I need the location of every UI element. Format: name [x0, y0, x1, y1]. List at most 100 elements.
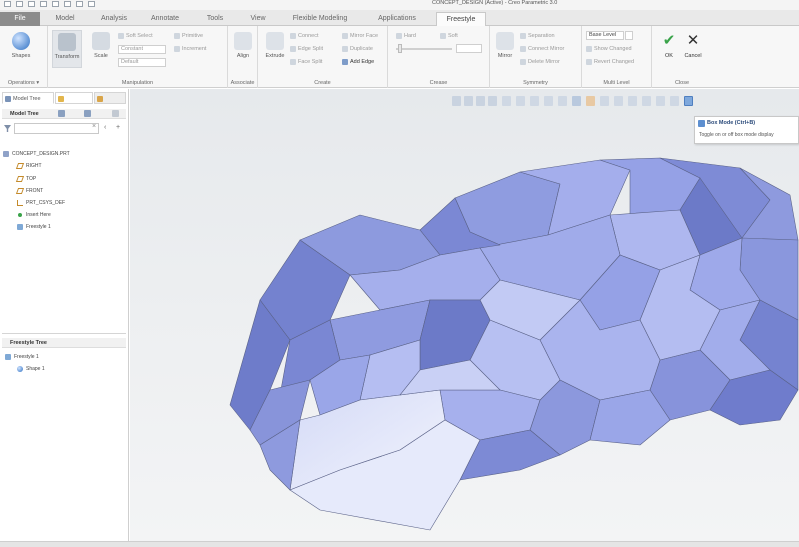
revert-changed-button[interactable]: Revert Changed	[586, 58, 634, 67]
extrude-button[interactable]: Extrude	[262, 30, 288, 68]
tab-folder-browser[interactable]	[55, 92, 93, 104]
default-select[interactable]: Default	[118, 58, 166, 67]
quick-access-undo-icon[interactable]	[40, 1, 47, 7]
spin-center-icon[interactable]	[600, 96, 609, 106]
tab-flexible-modeling[interactable]: Flexible Modeling	[285, 12, 355, 26]
crease-soft-option[interactable]: Soft	[440, 32, 458, 41]
soft-select-button[interactable]: Soft Select	[118, 32, 153, 41]
filter-icon[interactable]	[4, 125, 11, 132]
view-manager-icon[interactable]	[530, 96, 539, 106]
revert-changed-label: Revert Changed	[594, 59, 635, 65]
tab-applications[interactable]: Applications	[368, 12, 426, 26]
transform-button[interactable]: Transform	[52, 30, 82, 68]
freestyle-tree-item-shape[interactable]: Shape 1	[17, 365, 45, 373]
tab-favorites[interactable]	[94, 92, 126, 104]
quick-access-windows-icon[interactable]	[76, 1, 83, 7]
crease-slider-handle[interactable]	[398, 44, 402, 53]
crease-hard-option[interactable]: Hard	[396, 32, 416, 41]
panel-divider[interactable]	[2, 333, 126, 334]
ok-check-icon: ✔	[662, 31, 676, 49]
align-button[interactable]: Align	[230, 30, 256, 68]
increment-button[interactable]: Increment	[174, 45, 206, 54]
perspective-icon[interactable]	[544, 96, 553, 106]
freestyle-tree-item-freestyle[interactable]: Freestyle 1	[5, 353, 39, 361]
base-level-dropdown-icon[interactable]	[625, 31, 633, 40]
soft-select-label: Soft Select	[126, 33, 153, 39]
model-tree-icon	[5, 96, 11, 102]
zoom-in-icon[interactable]	[464, 96, 473, 106]
show-changed-button[interactable]: Show Changed	[586, 45, 632, 54]
tree-expand-icon[interactable]	[112, 110, 119, 117]
saved-orientations-icon[interactable]	[516, 96, 525, 106]
annotation-display-icon[interactable]	[586, 96, 595, 106]
repaint-icon[interactable]	[488, 96, 497, 106]
pan-icon[interactable]	[502, 96, 511, 106]
edge-split-button[interactable]: Edge Split	[290, 45, 323, 54]
connect-button[interactable]: Connect	[290, 32, 319, 41]
zoom-out-icon[interactable]	[476, 96, 485, 106]
datum-plane-icon	[15, 176, 25, 182]
separation-button[interactable]: Separation	[520, 32, 555, 41]
tab-model-tree[interactable]: Model Tree	[2, 92, 54, 104]
tree-search-input[interactable]	[14, 123, 99, 134]
tree-settings-icon[interactable]	[58, 110, 65, 117]
search-clear-icon[interactable]: ×	[92, 123, 96, 130]
datum-display-icon[interactable]	[572, 96, 581, 106]
refit-icon[interactable]	[452, 96, 461, 106]
scale-button[interactable]: Scale	[88, 30, 114, 68]
smooth-icon[interactable]	[670, 96, 679, 106]
display-style-icon[interactable]	[558, 96, 567, 106]
transform-icon	[58, 33, 76, 51]
transform-label: Transform	[54, 54, 80, 60]
duplicate-button[interactable]: Duplicate	[342, 45, 373, 54]
tree-show-icon[interactable]	[84, 110, 91, 117]
quick-access-new-icon[interactable]	[4, 1, 11, 7]
quick-access-redo-icon[interactable]	[52, 1, 59, 7]
tree-item-csys[interactable]: PRT_CSYS_DEF	[17, 199, 65, 207]
graphics-area[interactable]	[130, 89, 799, 541]
face-split-button[interactable]: Face Split	[290, 58, 322, 67]
tab-view[interactable]: View	[244, 12, 272, 26]
tab-freestyle[interactable]: Freestyle	[436, 12, 486, 26]
tree-item-top[interactable]: TOP	[15, 175, 36, 183]
primitive-icon	[174, 32, 180, 39]
crease-slider[interactable]	[396, 48, 452, 50]
add-edge-icon	[342, 58, 348, 65]
search-prev-icon[interactable]: ‹	[104, 124, 106, 131]
quick-access-save-icon[interactable]	[28, 1, 35, 7]
falloff-select[interactable]: Constant	[118, 45, 166, 54]
quick-access-regenerate-icon[interactable]	[64, 1, 71, 7]
tab-tools[interactable]: Tools	[200, 12, 230, 26]
add-edge-button[interactable]: Add Edge	[342, 58, 374, 67]
operations-group-label[interactable]: Operations ▾	[0, 80, 47, 86]
connect-mirror-button[interactable]: Connect Mirror	[520, 45, 564, 54]
quick-access-close-icon[interactable]	[88, 1, 95, 7]
tree-item-front[interactable]: FRONT	[15, 187, 43, 195]
tab-model[interactable]: Model	[47, 12, 83, 26]
group-associate: Align Associate	[228, 26, 258, 88]
tab-analysis[interactable]: Analysis	[94, 12, 134, 26]
tab-annotate[interactable]: Annotate	[144, 12, 186, 26]
tree-item-freestyle[interactable]: Freestyle 1	[17, 223, 51, 231]
mirror-face-button[interactable]: Mirror Face	[342, 32, 378, 41]
cancel-button[interactable]: ✕ Cancel	[680, 30, 706, 68]
control-mesh-icon[interactable]	[642, 96, 651, 106]
tab-file[interactable]: File	[0, 12, 40, 26]
search-add-icon[interactable]: +	[116, 124, 120, 131]
box-mode-icon[interactable]	[684, 96, 693, 106]
crease-value-input[interactable]	[456, 44, 482, 53]
shapes-button[interactable]: Shapes	[8, 30, 34, 68]
tree-item-right[interactable]: RIGHT	[15, 162, 42, 170]
delete-mirror-button[interactable]: Delete Mirror	[520, 58, 560, 67]
base-level-select[interactable]: Base Level	[586, 31, 624, 40]
reflection-icon[interactable]	[656, 96, 665, 106]
tree-item-insert-here[interactable]: Insert Here	[17, 211, 51, 219]
ok-button[interactable]: ✔ OK	[656, 30, 682, 68]
primitive-button[interactable]: Primitive	[174, 32, 203, 41]
freestyle-model[interactable]	[130, 89, 799, 541]
point-display-icon[interactable]	[614, 96, 623, 106]
mirror-button[interactable]: Mirror	[492, 30, 518, 68]
quick-access-open-icon[interactable]	[16, 1, 23, 7]
mesh-icon[interactable]	[628, 96, 637, 106]
tree-item-part[interactable]: CONCEPT_DESIGN.PRT	[3, 150, 70, 158]
